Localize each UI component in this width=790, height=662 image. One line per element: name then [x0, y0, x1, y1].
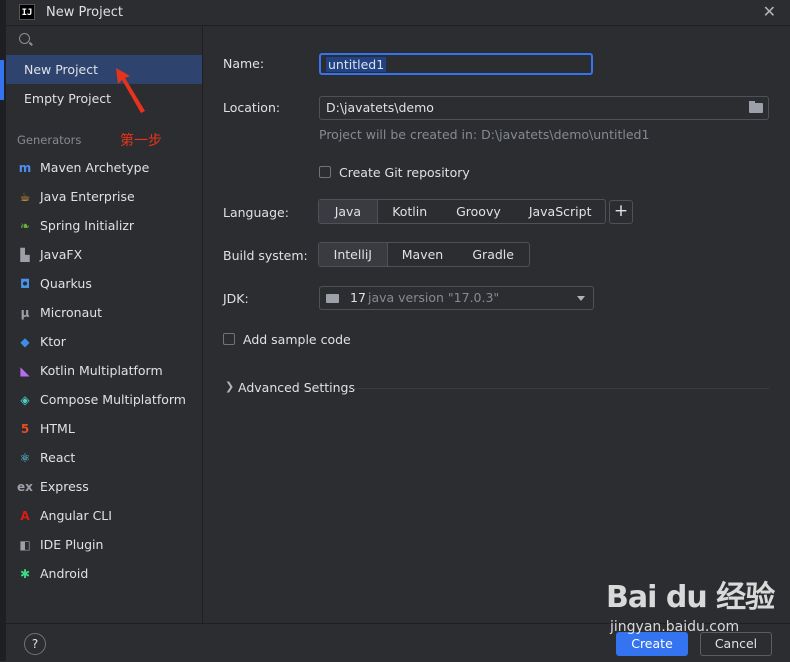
project-settings-panel: Name: untitled1 Location: D:\javatets\de…: [203, 26, 790, 623]
java-enterprise-icon: ☕: [19, 190, 31, 204]
generator-label: Maven Archetype: [40, 160, 150, 175]
chevron-down-icon: [577, 296, 585, 301]
generator-label: JavaFX: [40, 247, 83, 262]
generator-label: Android: [40, 566, 89, 581]
sidebar-item-new-project[interactable]: New Project: [6, 55, 202, 84]
search-icon: [19, 33, 30, 44]
html-icon: 5: [20, 422, 30, 436]
jdk-label: JDK:: [223, 291, 249, 306]
background-window-accent: [0, 60, 4, 100]
javafx-icon: ▙: [20, 248, 30, 262]
angular-icon: A: [20, 509, 30, 523]
location-field-value: D:\javatets\demo: [326, 100, 434, 115]
search-field[interactable]: [14, 30, 194, 50]
generator-label: Quarkus: [40, 276, 92, 291]
generator-label: Ktor: [40, 334, 66, 349]
react-icon: ⚛: [19, 451, 31, 465]
language-option-kotlin[interactable]: Kotlin: [378, 200, 442, 223]
generator-item[interactable]: ex Express: [6, 472, 202, 501]
generator-item[interactable]: m Maven Archetype: [6, 153, 202, 182]
add-language-button[interactable]: +: [609, 200, 633, 224]
build-option-maven[interactable]: Maven: [388, 243, 458, 266]
generator-label: Spring Initializr: [40, 218, 135, 233]
chevron-right-icon[interactable]: ❯: [225, 380, 234, 393]
generator-item[interactable]: ⚛ React: [6, 443, 202, 472]
close-icon[interactable]: ✕: [763, 2, 776, 21]
generator-label: Express: [40, 479, 89, 494]
generator-item[interactable]: ◈ Compose Multiplatform: [6, 385, 202, 414]
kotlin-icon: ◣: [20, 364, 30, 378]
generator-label: HTML: [40, 421, 75, 436]
help-button[interactable]: ?: [24, 633, 46, 655]
build-option-intellij[interactable]: IntelliJ: [319, 243, 388, 266]
express-icon: ex: [17, 480, 33, 494]
advanced-settings-toggle[interactable]: Advanced Settings: [238, 380, 355, 395]
title-bar: IJ New Project ✕: [6, 0, 790, 26]
generator-label: Java Enterprise: [40, 189, 135, 204]
generator-item[interactable]: ❧ Spring Initializr: [6, 211, 202, 240]
build-system-selector: IntelliJ Maven Gradle: [318, 242, 530, 267]
git-repository-checkbox[interactable]: [319, 166, 331, 178]
language-option-java[interactable]: Java: [319, 200, 378, 223]
android-icon: ✱: [19, 567, 31, 581]
generator-item[interactable]: A Angular CLI: [6, 501, 202, 530]
ktor-icon: ◆: [20, 335, 30, 349]
sample-code-label[interactable]: Add sample code: [243, 332, 351, 347]
red-arrow-annotation: [116, 68, 145, 113]
cancel-button[interactable]: Cancel: [700, 632, 772, 656]
micronaut-icon: μ: [20, 306, 30, 320]
project-type-sidebar: New Project Empty Project Generators m Ma…: [6, 26, 203, 623]
spring-icon: ❧: [19, 219, 31, 233]
create-button[interactable]: Create: [616, 632, 688, 656]
generator-item[interactable]: ✱ Android: [6, 559, 202, 588]
jdk-folder-icon: [326, 294, 339, 303]
dialog-footer: ? Create Cancel: [6, 623, 790, 662]
generator-item[interactable]: ◣ Kotlin Multiplatform: [6, 356, 202, 385]
browse-folder-icon[interactable]: [749, 101, 763, 113]
sidebar-item-empty-project[interactable]: Empty Project: [6, 84, 202, 113]
generator-label: Compose Multiplatform: [40, 392, 186, 407]
quarkus-icon: ◘: [19, 277, 31, 291]
generator-item[interactable]: ▙ JavaFX: [6, 240, 202, 269]
location-label: Location:: [223, 100, 281, 115]
generator-item[interactable]: 5 HTML: [6, 414, 202, 443]
generator-item[interactable]: μ Micronaut: [6, 298, 202, 327]
jdk-version: java version "17.0.3": [368, 290, 500, 305]
location-hint: Project will be created in: D:\javatets\…: [319, 127, 650, 142]
generator-label: IDE Plugin: [40, 537, 104, 552]
jdk-dropdown[interactable]: 17 java version "17.0.3": [319, 286, 594, 310]
language-label: Language:: [223, 205, 289, 220]
generator-label: Kotlin Multiplatform: [40, 363, 163, 378]
jdk-number: 17: [350, 290, 366, 305]
maven-icon: m: [18, 161, 32, 175]
intellij-app-icon: IJ: [19, 4, 35, 20]
build-option-gradle[interactable]: Gradle: [457, 243, 529, 266]
advanced-settings-divider: [353, 388, 769, 389]
generator-item[interactable]: ☕ Java Enterprise: [6, 182, 202, 211]
language-option-groovy[interactable]: Groovy: [442, 200, 516, 223]
ide-plugin-icon: ◧: [19, 538, 31, 552]
sample-code-checkbox[interactable]: [223, 333, 235, 345]
generator-label: Angular CLI: [40, 508, 112, 523]
generator-label: Micronaut: [40, 305, 103, 320]
generators-section-label: Generators: [17, 133, 82, 147]
name-field[interactable]: untitled1: [319, 53, 593, 75]
name-field-value: untitled1: [326, 57, 387, 72]
window-title: New Project: [46, 5, 123, 20]
git-repository-label[interactable]: Create Git repository: [339, 165, 470, 180]
generator-item[interactable]: ◧ IDE Plugin: [6, 530, 202, 559]
step-one-annotation: 第一步: [120, 133, 162, 149]
location-field[interactable]: D:\javatets\demo: [319, 96, 769, 120]
compose-icon: ◈: [20, 393, 30, 407]
language-selector: Java Kotlin Groovy JavaScript: [318, 199, 606, 224]
generator-item[interactable]: ◘ Quarkus: [6, 269, 202, 298]
generator-item[interactable]: ◆ Ktor: [6, 327, 202, 356]
language-option-javascript[interactable]: JavaScript: [515, 200, 605, 223]
build-system-label: Build system:: [223, 248, 308, 263]
name-label: Name:: [223, 56, 265, 71]
generator-label: React: [40, 450, 76, 465]
